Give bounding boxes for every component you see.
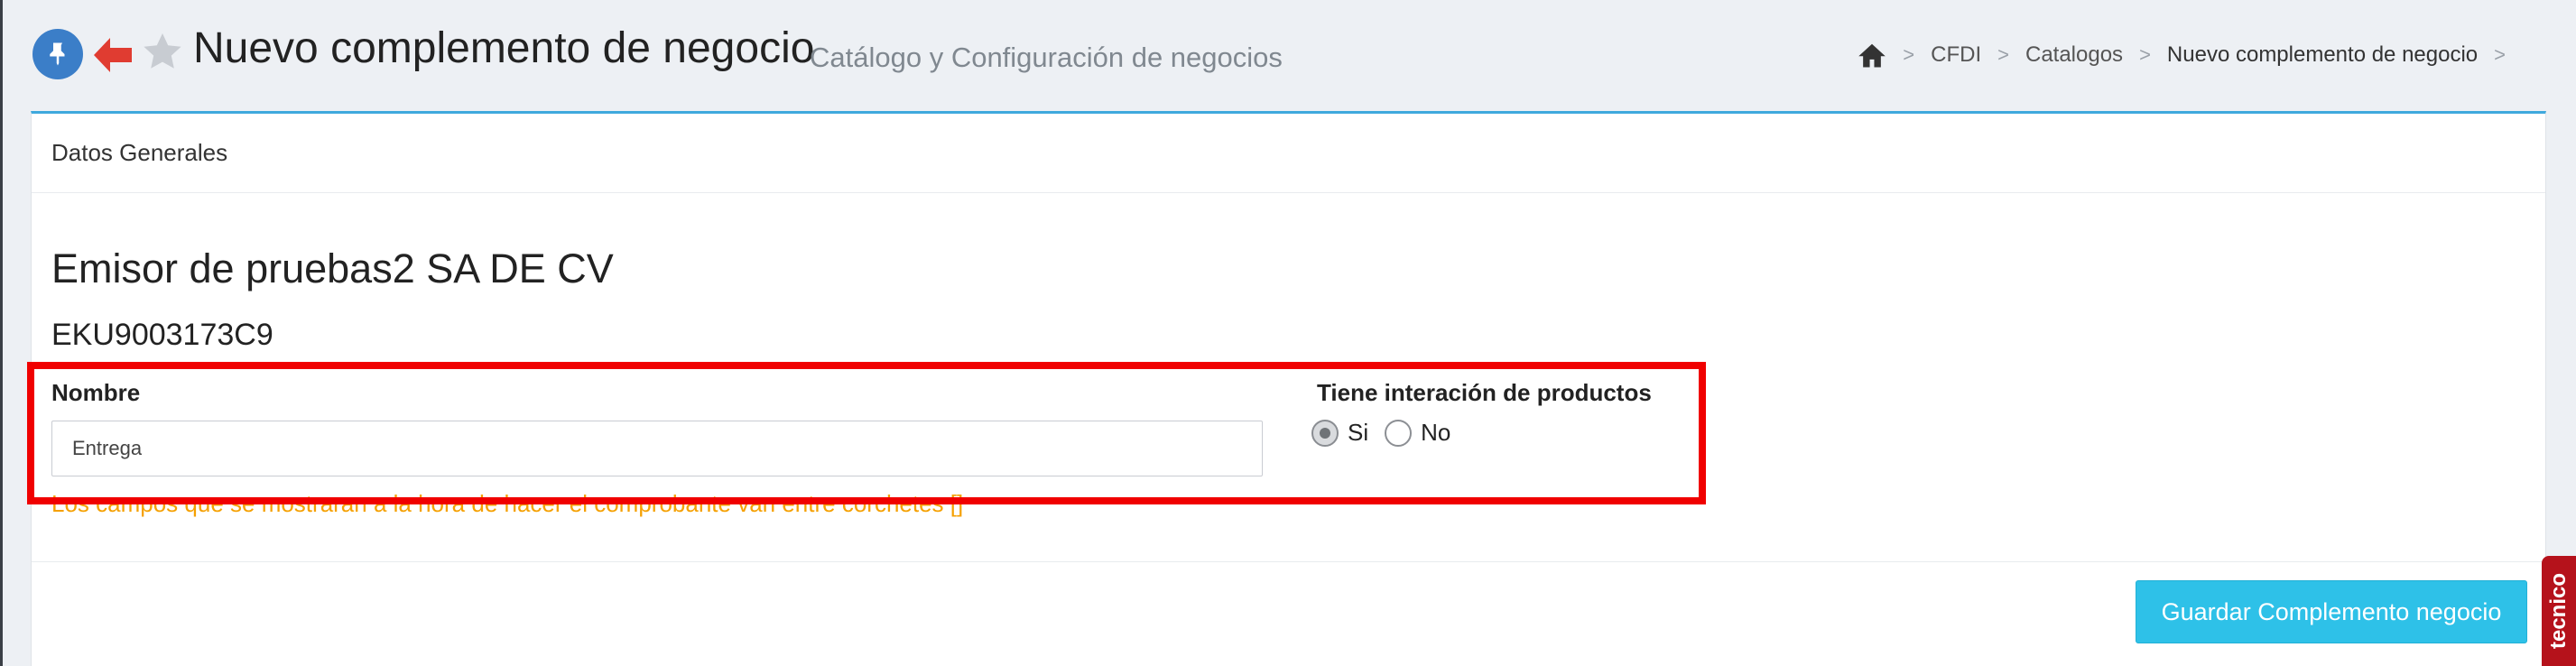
- pin-icon: [50, 42, 65, 66]
- breadcrumb-separator: >: [1903, 43, 1915, 66]
- breadcrumb-separator: >: [2139, 43, 2151, 66]
- breadcrumb-item-current: Nuevo complemento de negocio: [2166, 42, 2479, 67]
- company-rfc: EKU9003173C9: [51, 318, 273, 352]
- radio-no-label[interactable]: No: [1421, 419, 1450, 447]
- support-side-tab-label: tecnico: [2546, 572, 2571, 650]
- breadcrumb-separator: >: [1997, 43, 2009, 66]
- favorite-button[interactable]: [141, 31, 186, 76]
- save-complement-button[interactable]: Guardar Complemento negocio: [2136, 580, 2527, 643]
- page-title: Nuevo complemento de negocio: [193, 24, 815, 72]
- radio-no[interactable]: [1385, 419, 1413, 447]
- radio-si-label[interactable]: Si: [1348, 419, 1368, 447]
- page-header: Nuevo complemento de negocio Catálogo y …: [0, 0, 2576, 112]
- radio-dot: [1320, 427, 1330, 439]
- interaction-label: Tiene interación de productos: [1317, 379, 1652, 406]
- breadcrumb-item-catalogos[interactable]: Catalogos: [2025, 42, 2123, 68]
- page-subtitle: Catálogo y Configuración de negocios: [810, 42, 1283, 73]
- home-icon[interactable]: [1858, 42, 1886, 69]
- general-data-panel: Datos Generales Emisor de pruebas2 SA DE…: [31, 111, 2546, 666]
- nombre-input[interactable]: [51, 421, 1263, 476]
- support-side-tab[interactable]: tecnico: [2542, 556, 2576, 666]
- radio-si[interactable]: [1311, 419, 1339, 447]
- breadcrumb-item-cfdi[interactable]: CFDI: [1931, 42, 1981, 68]
- nombre-label: Nombre: [51, 379, 141, 406]
- breadcrumb: > CFDI > Catalogos > Nuevo complemento d…: [1858, 42, 2522, 69]
- company-name: Emisor de pruebas2 SA DE CV: [51, 245, 614, 291]
- pin-button[interactable]: [32, 29, 83, 79]
- star-icon: [144, 33, 181, 69]
- back-button[interactable]: [90, 32, 135, 78]
- fields-warning: Los campos que se mostraran a la hora de…: [51, 490, 964, 517]
- panel-divider: [32, 561, 2545, 562]
- breadcrumb-separator: >: [2494, 43, 2506, 66]
- back-arrow-icon: [94, 38, 132, 72]
- panel-heading: Datos Generales: [32, 114, 2545, 193]
- interaction-radio-group: Si No: [1311, 419, 1467, 447]
